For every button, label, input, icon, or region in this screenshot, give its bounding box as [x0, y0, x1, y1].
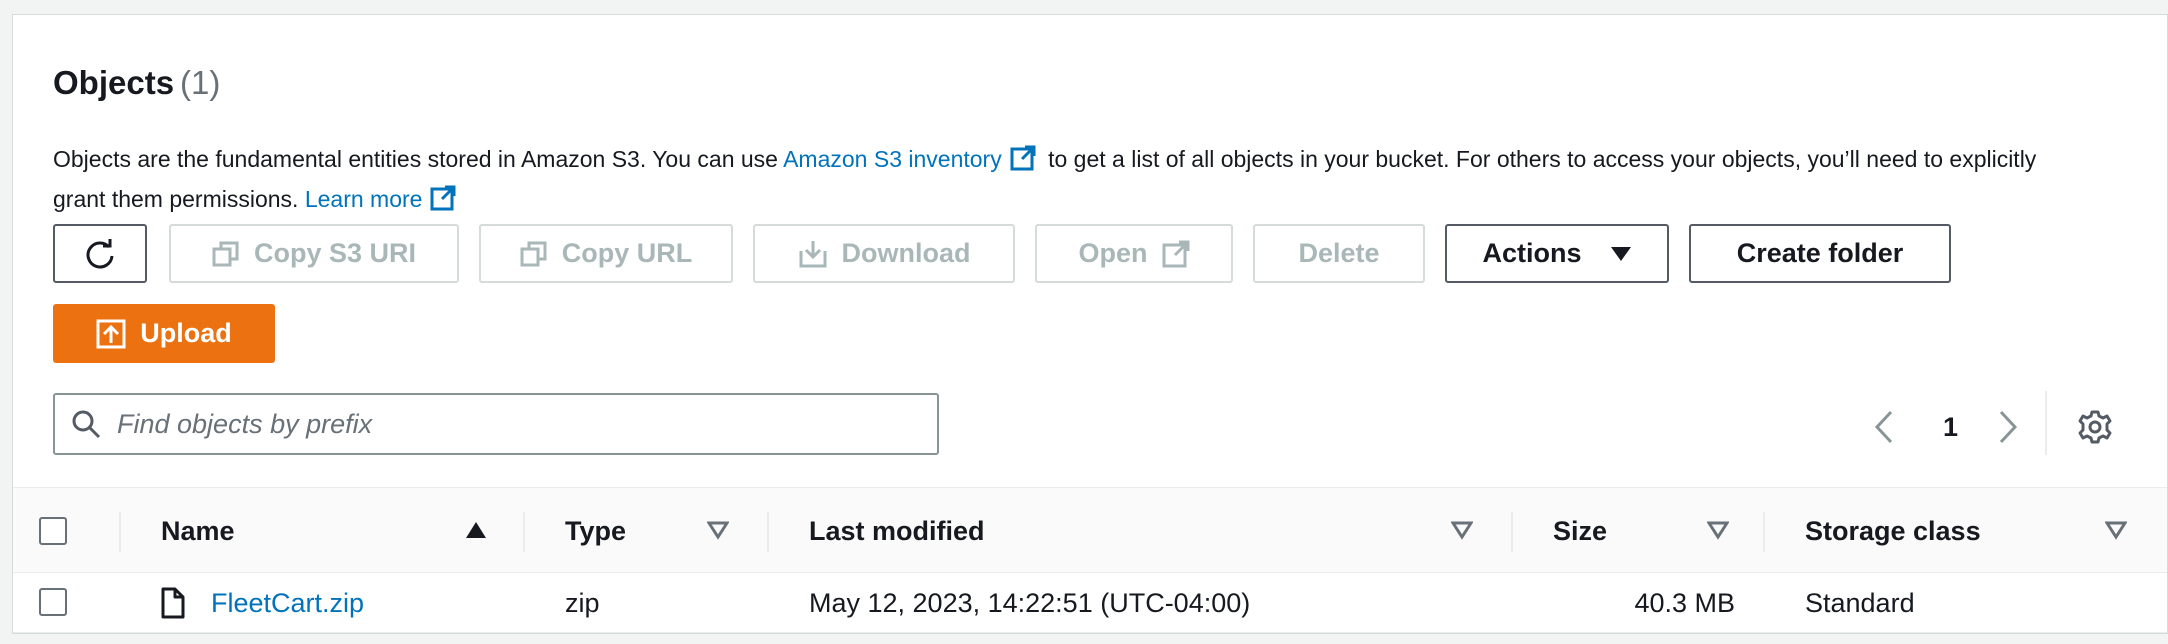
download-label: Download [841, 238, 971, 268]
column-separator [1511, 512, 1513, 552]
caret-down-icon [1610, 246, 1631, 261]
column-header-last-modified[interactable]: Last modified [809, 488, 985, 574]
table-row: FleetCart.zip zip May 12, 2023, 14:22:51… [13, 573, 2167, 633]
download-button[interactable]: Download [753, 224, 1015, 283]
inventory-link[interactable]: Amazon S3 inventory [783, 146, 1002, 172]
copy-url-button[interactable]: Copy URL [479, 224, 733, 283]
table-preferences-button[interactable] [2077, 403, 2113, 451]
objects-description: Objects are the fundamental entities sto… [53, 139, 2093, 219]
external-link-icon[interactable] [430, 185, 456, 211]
description-text-1: Objects are the fundamental entities sto… [53, 146, 784, 172]
chevron-left-icon [1874, 410, 1893, 444]
chevron-right-icon [1999, 410, 2018, 444]
file-icon [161, 587, 185, 619]
refresh-icon [86, 238, 114, 268]
column-separator [523, 512, 525, 552]
refresh-button[interactable] [53, 224, 147, 283]
copy-s3-uri-label: Copy S3 URI [253, 238, 417, 268]
open-button[interactable]: Open [1035, 224, 1233, 283]
learn-more-link[interactable]: Learn more [305, 186, 423, 212]
sort-icon[interactable] [1451, 520, 1473, 540]
pagination-prev[interactable] [1873, 403, 1895, 451]
object-count: (1) [180, 64, 221, 101]
row-file-icon-cell [161, 573, 185, 633]
column-header-name[interactable]: Name [161, 488, 235, 574]
page-title: Objects (1) [53, 63, 220, 103]
column-separator [1763, 512, 1765, 552]
copy-url-label: Copy URL [561, 238, 693, 268]
copy-icon [520, 241, 547, 266]
download-icon [799, 240, 826, 267]
upload-label: Upload [140, 318, 232, 348]
actions-label: Actions [1482, 238, 1582, 268]
upload-icon [96, 319, 126, 348]
sort-icon[interactable] [2105, 520, 2127, 540]
select-all-checkbox[interactable] [39, 517, 67, 545]
delete-label: Delete [1298, 238, 1380, 268]
search-icon [72, 410, 101, 439]
pagination-current-page[interactable]: 1 [1943, 403, 1958, 451]
pagination-divider [2045, 391, 2047, 455]
sort-icon[interactable] [707, 520, 729, 540]
external-link-icon[interactable] [1010, 145, 1036, 171]
object-storage-class: Standard [1805, 587, 1915, 618]
object-name-link[interactable]: FleetCart.zip [211, 573, 364, 633]
settings-icon [2078, 410, 2112, 444]
actions-dropdown-button[interactable]: Actions [1445, 224, 1669, 283]
title-text: Objects [53, 64, 175, 101]
column-header-type[interactable]: Type [565, 488, 626, 574]
upload-button[interactable]: Upload [53, 304, 275, 363]
external-link-icon [1162, 240, 1189, 267]
object-type: zip [565, 587, 600, 618]
copy-icon [212, 241, 239, 266]
search-box[interactable] [53, 393, 939, 455]
copy-s3-uri-button[interactable]: Copy S3 URI [169, 224, 459, 283]
sort-icon[interactable] [1707, 520, 1729, 540]
object-last-modified: May 12, 2023, 14:22:51 (UTC-04:00) [809, 587, 1251, 618]
search-input[interactable] [115, 407, 937, 441]
objects-panel: Objects (1) Objects are the fundamental e… [12, 14, 2168, 634]
pagination-next[interactable] [1997, 403, 2019, 451]
sort-ascending-icon[interactable] [465, 520, 487, 540]
delete-button[interactable]: Delete [1253, 224, 1425, 283]
row-select-checkbox[interactable] [39, 588, 67, 616]
open-label: Open [1078, 238, 1148, 268]
object-size: 40.3 MB [1634, 587, 1735, 618]
column-header-storage-class[interactable]: Storage class [1805, 488, 1981, 574]
create-folder-button[interactable]: Create folder [1689, 224, 1951, 283]
create-folder-label: Create folder [1736, 238, 1904, 268]
table-header: Name Type Last modified Size Storage cla… [13, 487, 2167, 573]
column-separator [119, 512, 121, 552]
column-header-size[interactable]: Size [1553, 488, 1607, 574]
column-separator [767, 512, 769, 552]
